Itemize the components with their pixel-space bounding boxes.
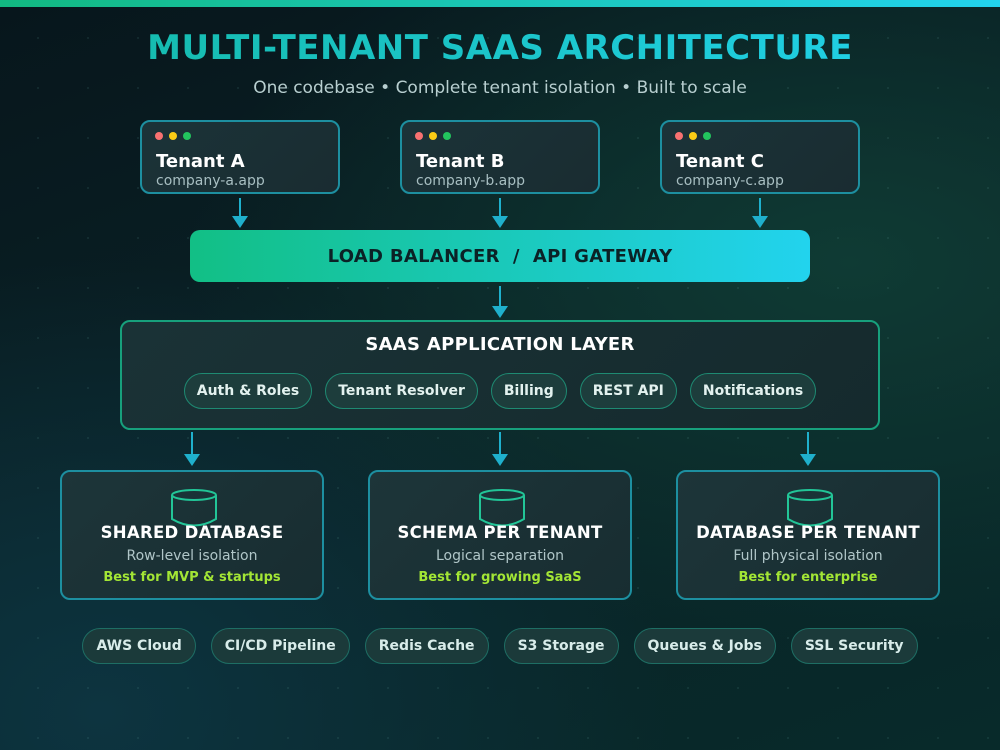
database-icon [171,489,217,527]
module-pill: Notifications [689,373,817,409]
module-pill: Billing [490,373,567,409]
module-pill: Auth & Roles [183,373,313,409]
infrastructure-pill: CI/CD Pipeline [210,628,350,664]
infrastructure-pill: Queues & Jobs [633,628,776,664]
application-layer-title: SAAS APPLICATION LAYER [365,334,635,355]
infrastructure-pill: Redis Cache [364,628,489,664]
tenant-name: Tenant C [676,151,764,172]
tenant-domain: company-c.app [676,173,784,189]
module-pill: Tenant Resolver [325,373,478,409]
arrow-down-icon [492,432,508,466]
infrastructure-pill: S3 Storage [503,628,619,664]
window-lights-icon [675,132,711,140]
tenant-card-c: Tenant C company-c.app [660,120,860,194]
database-card-schema: SCHEMA PER TENANT Logical separation Bes… [368,470,632,600]
tenant-card-b: Tenant B company-b.app [400,120,600,194]
database-name: SCHEMA PER TENANT [397,523,603,542]
database-best-for: Best for enterprise [738,570,878,585]
module-list: Auth & Roles Tenant Resolver Billing RES… [122,373,878,409]
tenant-card-a: Tenant A company-a.app [140,120,340,194]
application-layer: SAAS APPLICATION LAYER Auth & Roles Tena… [120,320,880,430]
page-title: MULTI-TENANT SAAS ARCHITECTURE [0,28,1000,68]
database-card-dedicated: DATABASE PER TENANT Full physical isolat… [676,470,940,600]
database-best-for: Best for MVP & startups [103,570,281,585]
database-name: DATABASE PER TENANT [696,523,920,542]
database-best-for: Best for growing SaaS [418,570,582,585]
tenant-domain: company-b.app [416,173,526,189]
database-icon [479,489,525,527]
infrastructure-list: AWS Cloud CI/CD Pipeline Redis Cache S3 … [0,628,1000,664]
window-lights-icon [155,132,191,140]
infrastructure-pill: SSL Security [790,628,918,664]
infrastructure-pill: AWS Cloud [82,628,196,664]
arrow-down-icon [184,432,200,466]
arrow-down-icon [232,198,248,228]
page-subtitle: One codebase • Complete tenant isolation… [253,78,747,98]
top-accent-bar [0,0,1000,7]
tenant-name: Tenant B [416,151,505,172]
database-name: SHARED DATABASE [100,523,284,542]
module-pill: REST API [579,373,677,409]
database-description: Logical separation [435,548,565,564]
database-description: Full physical isolation [733,548,883,564]
arrow-down-icon [800,432,816,466]
database-card-shared: SHARED DATABASE Row-level isolation Best… [60,470,324,600]
tenant-domain: company-a.app [156,173,265,189]
database-description: Row-level isolation [126,548,258,564]
arrow-down-icon [752,198,768,228]
database-icon [787,489,833,527]
load-balancer-gateway: LOAD BALANCER / API GATEWAY [190,230,810,282]
arrow-down-icon [492,286,508,318]
tenant-name: Tenant A [156,151,245,172]
window-lights-icon [415,132,451,140]
arrow-down-icon [492,198,508,228]
